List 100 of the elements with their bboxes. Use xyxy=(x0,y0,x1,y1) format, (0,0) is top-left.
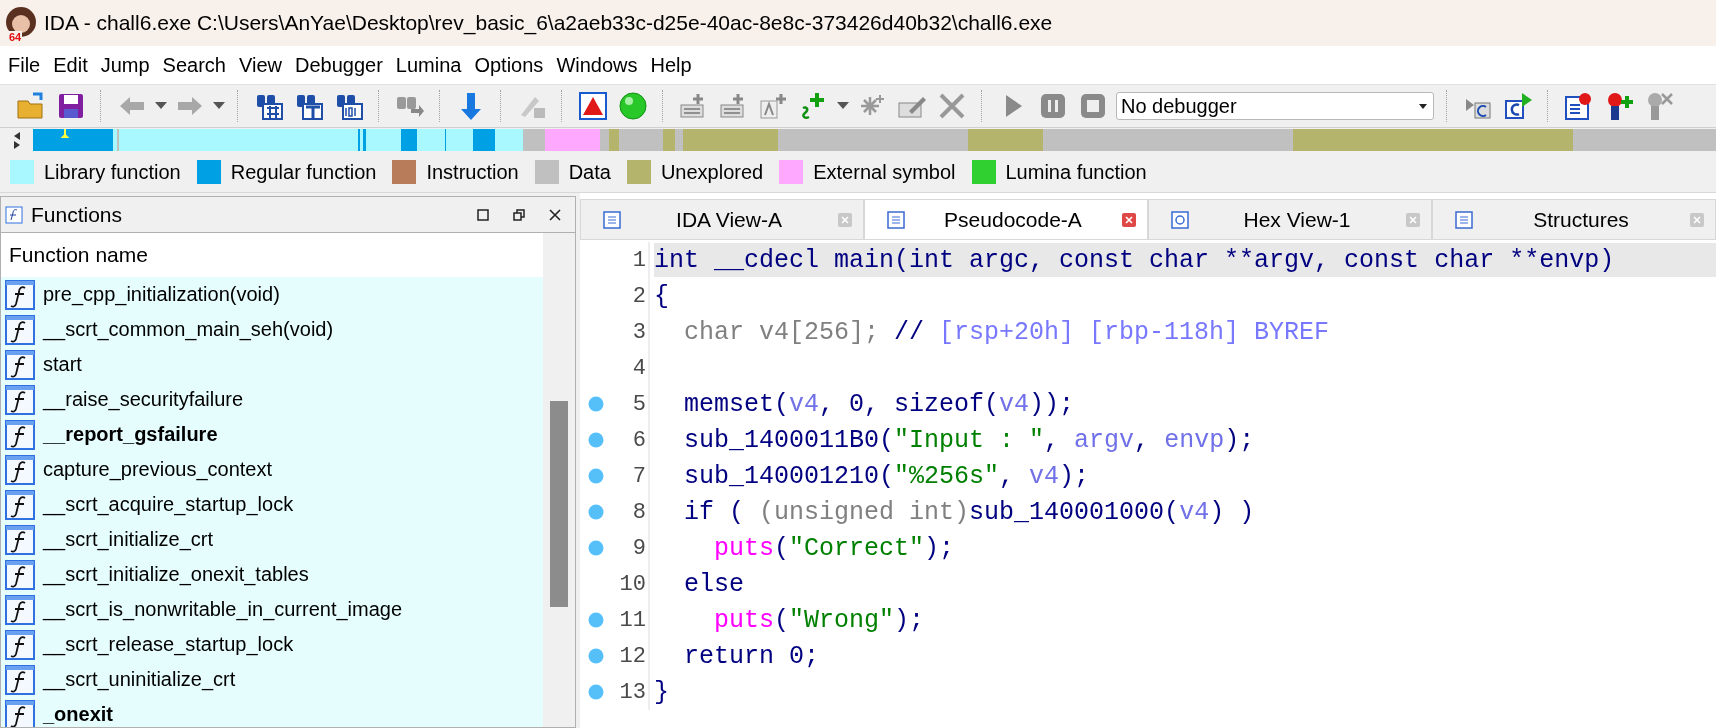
function-name[interactable]: __report_gsfailure xyxy=(43,423,218,446)
menu-item[interactable]: Jump xyxy=(98,51,157,79)
caret-icon[interactable] xyxy=(837,102,849,110)
line-number: 6 xyxy=(631,427,647,453)
legend-label: Data xyxy=(568,160,611,184)
caret-icon[interactable] xyxy=(155,102,167,110)
line-marker-icon[interactable] xyxy=(588,612,604,628)
line-number: 5 xyxy=(631,391,647,417)
line-number: 1 xyxy=(631,247,647,273)
maximize-icon[interactable] xyxy=(477,208,489,221)
function-name[interactable]: __scrt_uninitialize_crt xyxy=(43,668,236,691)
line-number: 9 xyxy=(631,535,647,561)
line-number: 4 xyxy=(631,355,647,381)
function-name[interactable]: pre_cpp_initialization(void) xyxy=(43,283,280,306)
code-line: puts("Correct"); xyxy=(713,533,955,563)
dropdown-arrow-icon xyxy=(1419,103,1427,109)
float-window-icon[interactable] xyxy=(513,208,525,221)
function-icon xyxy=(5,629,35,660)
code-line: int __cdecl main(int argc, const char **argv, const char **envp) xyxy=(654,245,1615,275)
circle-icon[interactable] xyxy=(616,89,650,123)
menu-item[interactable]: Debugger xyxy=(293,51,390,79)
document-icon xyxy=(1455,210,1473,229)
legend-label: Regular function xyxy=(230,160,377,184)
debugger-select[interactable]: No debugger xyxy=(1116,92,1434,120)
warning-icon[interactable] xyxy=(576,89,610,123)
function-name[interactable]: __scrt_acquire_startup_lock xyxy=(43,493,294,516)
caret-icon[interactable] xyxy=(213,102,225,110)
document-icon xyxy=(887,210,905,229)
menu-item[interactable]: Windows xyxy=(554,51,645,79)
function-name[interactable]: _onexit xyxy=(43,703,114,726)
line-number: 10 xyxy=(618,571,647,597)
tab[interactable]: Structures xyxy=(1432,199,1716,239)
menu-item[interactable]: Options xyxy=(472,51,551,79)
menu-item[interactable]: Edit xyxy=(51,51,95,79)
code-line: memset(v4, 0, sizeof(v4)); xyxy=(683,389,1075,419)
function-icon xyxy=(5,559,35,590)
legend-label: Library function xyxy=(44,160,181,184)
code-line: { xyxy=(654,281,669,311)
function-name[interactable]: capture_previous_context xyxy=(43,458,273,481)
menu-item[interactable]: Help xyxy=(648,51,699,79)
line-marker-icon[interactable] xyxy=(588,396,604,412)
function-icon xyxy=(5,454,35,485)
function-name[interactable]: __scrt_initialize_crt xyxy=(43,528,214,551)
tab[interactable]: IDA View-A xyxy=(580,199,864,239)
panel-title: Functions xyxy=(31,202,124,227)
function-icon xyxy=(5,664,35,695)
line-number: 12 xyxy=(618,643,647,669)
code-line: sub_140001210("%256s", v4); xyxy=(683,461,1090,491)
code-line: else xyxy=(683,569,744,599)
line-number: 7 xyxy=(631,463,647,489)
scroll-arrows-icon[interactable] xyxy=(12,131,21,149)
function-name[interactable]: __raise_securityfailure xyxy=(43,388,244,411)
line-marker-icon[interactable] xyxy=(588,684,604,700)
code-line: puts("Wrong"); xyxy=(713,605,925,635)
function-icon xyxy=(5,314,35,345)
scrollbar-thumb[interactable] xyxy=(550,401,568,607)
tab[interactable]: Pseudocode-A xyxy=(864,199,1148,239)
function-icon xyxy=(5,419,35,450)
function-icon xyxy=(5,205,23,224)
code-line: } xyxy=(654,677,669,707)
menu-item[interactable]: Lumina xyxy=(393,51,469,79)
legend-label: External symbol xyxy=(813,160,956,184)
function-name[interactable]: __scrt_common_main_seh(void) xyxy=(43,318,334,341)
function-name[interactable]: __scrt_release_startup_lock xyxy=(43,633,294,656)
line-number: 11 xyxy=(618,607,647,633)
function-name[interactable]: start xyxy=(43,353,82,376)
logo-label: 64 xyxy=(8,31,23,43)
navigation-band-drawing[interactable] xyxy=(33,129,1716,151)
line-marker-icon[interactable] xyxy=(588,540,604,556)
scrollbar[interactable] xyxy=(543,233,575,727)
function-icon xyxy=(5,384,35,415)
line-marker-icon[interactable] xyxy=(588,648,604,664)
function-icon xyxy=(5,594,35,625)
window-title: IDA - chall6.exe C:\Users\AnYae\Desktop\rev_basic_6\a2aeb33c-d25e-40ac-8e8c-373426d40b32\chall6.exe xyxy=(44,11,1053,35)
menu-item[interactable]: View xyxy=(237,51,289,79)
code-line: sub_1400011B0("Input : ", argv, envp); xyxy=(683,425,1255,455)
line-marker-icon[interactable] xyxy=(588,432,604,448)
line-number: 2 xyxy=(631,283,647,309)
function-icon xyxy=(5,279,35,310)
legend-label: Instruction xyxy=(426,160,519,184)
line-number: 8 xyxy=(631,499,647,525)
line-marker-icon[interactable] xyxy=(588,468,604,484)
menu-item[interactable]: File xyxy=(6,51,48,79)
line-marker-icon[interactable] xyxy=(588,504,604,520)
function-icon xyxy=(5,524,35,555)
legend-label: Lumina function xyxy=(1005,160,1147,184)
code-line: return 0; xyxy=(683,641,820,671)
close-icon[interactable] xyxy=(549,208,561,221)
legend-label: Unexplored xyxy=(660,160,764,184)
function-icon xyxy=(5,489,35,520)
code-line: char v4[256]; // [rsp+20h] [rbp-118h] BYREF xyxy=(683,317,1330,347)
document-icon xyxy=(603,210,621,229)
document-icon xyxy=(1171,210,1189,229)
line-number: 13 xyxy=(618,679,647,705)
code-line: if ( (unsigned int)sub_140001000(v4) ) xyxy=(683,497,1255,527)
function-name[interactable]: __scrt_initialize_onexit_tables xyxy=(43,563,309,586)
line-number: 3 xyxy=(631,319,647,345)
tab[interactable]: Hex View-1 xyxy=(1148,199,1432,239)
function-name[interactable]: __scrt_is_nonwritable_in_current_image xyxy=(43,598,403,621)
menu-item[interactable]: Search xyxy=(160,51,233,79)
